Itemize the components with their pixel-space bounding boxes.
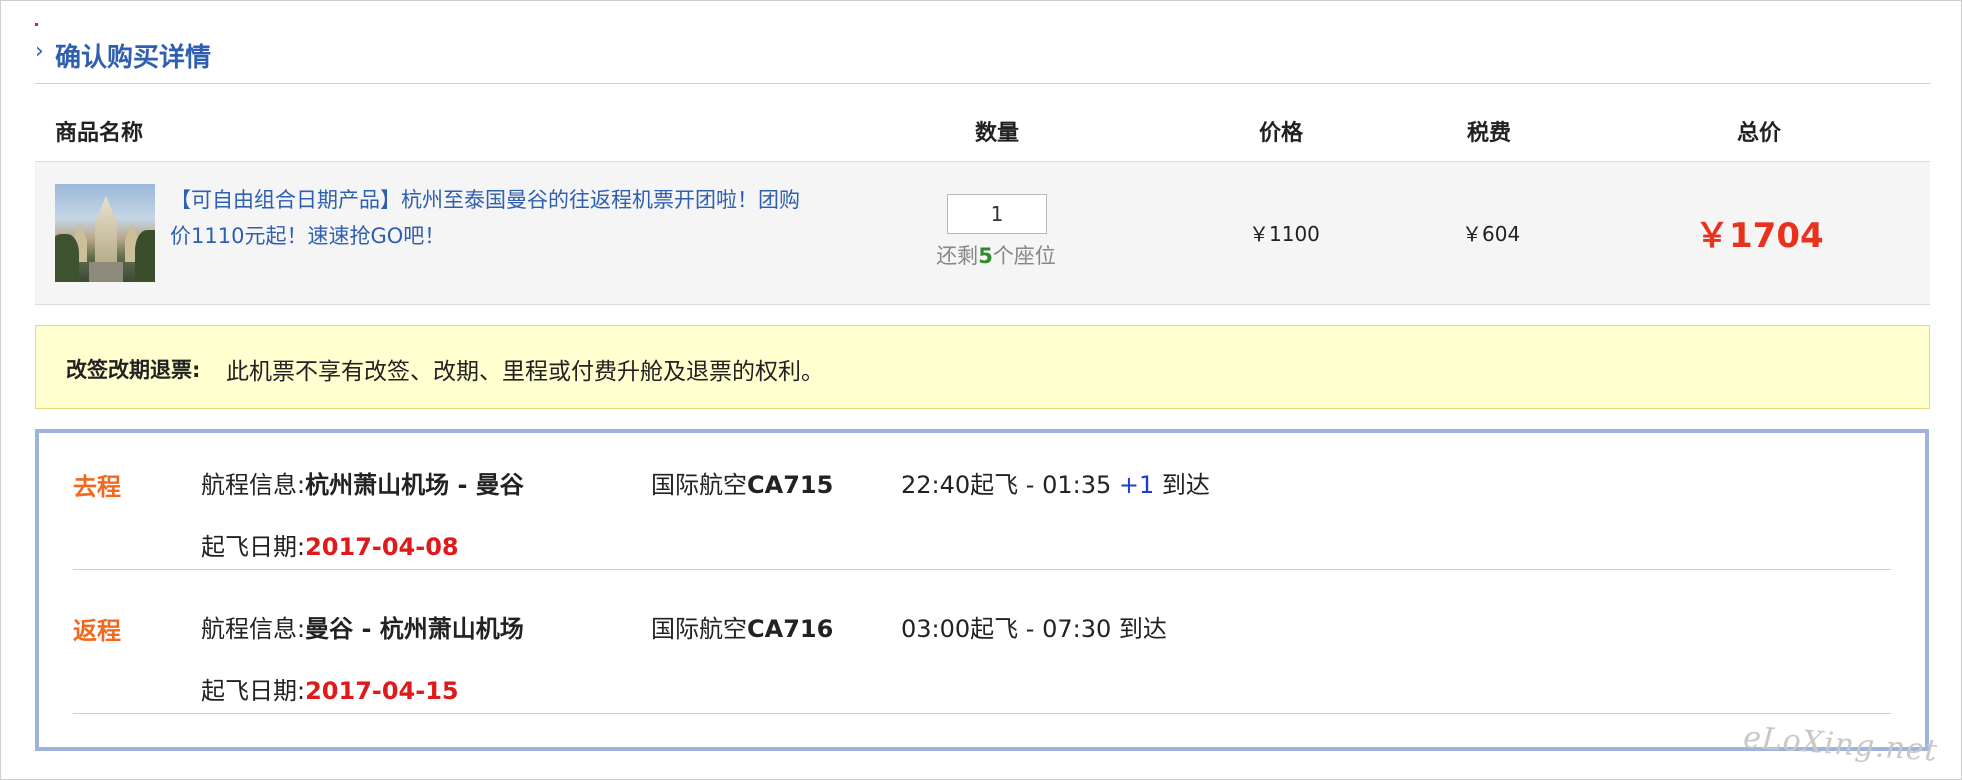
return-leg: 返程 航程信息:曼谷 - 杭州萧山机场 国际航空CA716 03:00起飞 - … [73, 577, 1891, 714]
leg-type: 去程 [73, 473, 121, 501]
seats-remaining-count: 5 [978, 244, 993, 268]
tax-value: ￥604 [1462, 222, 1521, 246]
quantity-input[interactable] [947, 194, 1047, 234]
date-label: 起飞日期: [201, 677, 306, 705]
route-info: 航程信息:曼谷 - 杭州萧山机场 [201, 609, 524, 644]
section-title: 确认购买详情 [55, 43, 212, 73]
flight-number: CA716 [747, 615, 834, 643]
header-price: 价格 [1259, 121, 1304, 146]
total-price: ￥1704 [1695, 216, 1824, 256]
time-info: 22:40起飞 - 01:35 +1 到达 [901, 465, 1210, 500]
notice-text: 此机票不享有改签、改期、里程或付费升舱及退票的权利。 [226, 359, 824, 385]
departure-date: 2017-04-08 [305, 533, 459, 561]
header-tax: 税费 [1467, 121, 1512, 146]
header-total: 总价 [1737, 121, 1782, 146]
seats-remaining: 还剩5个座位 [931, 240, 1061, 270]
product-thumbnail[interactable] [55, 184, 155, 282]
route-label: 航程信息: [201, 471, 306, 499]
flight-number: CA715 [747, 471, 834, 499]
table-row: 【可自由组合日期产品】杭州至泰国曼谷的往返程机票开团啦！团购价1110元起！速速… [35, 161, 1930, 305]
table-header: 商品名称 数量 价格 税费 总价 [35, 109, 1930, 159]
product-name-link[interactable]: 【可自由组合日期产品】杭州至泰国曼谷的往返程机票开团啦！团购价1110元起！速速… [170, 182, 810, 254]
notice-label: 改签改期退票: [66, 358, 201, 382]
departure-date-info: 起飞日期:2017-04-15 [201, 671, 459, 706]
airline-name: 国际航空 [651, 471, 747, 499]
airline-info: 国际航空CA715 [651, 465, 833, 500]
refund-notice: 改签改期退票: 此机票不享有改签、改期、里程或付费升舱及退票的权利。 [35, 325, 1930, 409]
header-product-name: 商品名称 [55, 121, 144, 146]
route-info: 航程信息:杭州萧山机场 - 曼谷 [201, 465, 524, 500]
leg-type: 返程 [73, 617, 121, 645]
header-quantity: 数量 [975, 121, 1020, 146]
airline-name: 国际航空 [651, 615, 747, 643]
section-header: › 确认购买详情 [35, 31, 1930, 84]
time-info: 03:00起飞 - 07:30 到达 [901, 609, 1167, 644]
arrive-label: 到达 [1161, 471, 1210, 499]
chevron-right-icon: › [35, 39, 44, 64]
airline-info: 国际航空CA716 [651, 609, 833, 644]
next-day-indicator: +1 [1118, 471, 1155, 499]
flight-details: 去程 航程信息:杭州萧山机场 - 曼谷 国际航空CA715 22:40起飞 - … [35, 429, 1929, 751]
red-dot-marker [35, 23, 38, 26]
flight-time: 22:40起飞 - 01:35 [901, 471, 1112, 499]
price-value: ￥1100 [1249, 222, 1320, 246]
arrive-label: 到达 [1118, 615, 1167, 643]
outbound-leg: 去程 航程信息:杭州萧山机场 - 曼谷 国际航空CA715 22:40起飞 - … [73, 433, 1891, 570]
flight-time: 03:00起飞 - 07:30 [901, 615, 1112, 643]
page-frame: › 确认购买详情 商品名称 数量 价格 税费 总价 【可自由组合日期产品】杭州至… [0, 0, 1962, 780]
seats-remaining-suffix: 个座位 [992, 244, 1056, 268]
route-value: 曼谷 - 杭州萧山机场 [305, 615, 524, 643]
departure-date-info: 起飞日期:2017-04-08 [201, 527, 459, 562]
route-label: 航程信息: [201, 615, 306, 643]
departure-date: 2017-04-15 [305, 677, 459, 705]
seats-remaining-prefix: 还剩 [936, 244, 979, 268]
route-value: 杭州萧山机场 - 曼谷 [305, 471, 524, 499]
date-label: 起飞日期: [201, 533, 306, 561]
